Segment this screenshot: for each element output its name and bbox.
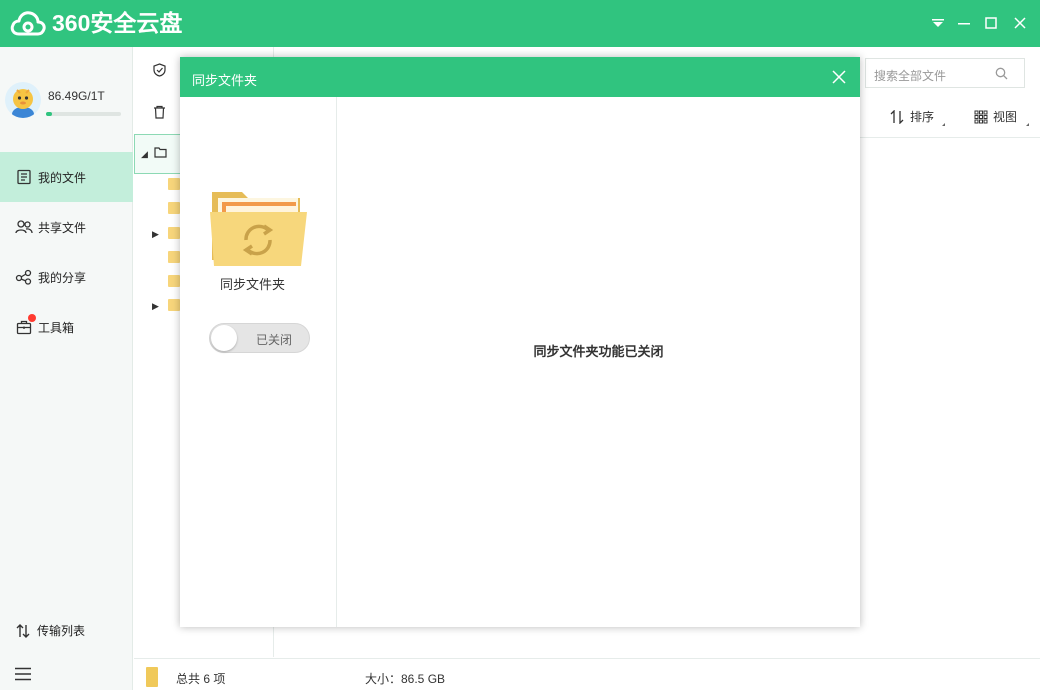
folder-icon[interactable]: [168, 202, 180, 214]
expand-caret-icon[interactable]: ▶: [152, 301, 159, 312]
collapse-caret-icon[interactable]: ◢: [141, 149, 148, 160]
my-files-icon: [15, 168, 33, 186]
sidebar-item-my-share[interactable]: 我的分享: [0, 252, 133, 302]
title-bar: 360安全云盘: [0, 0, 1040, 47]
sidebar: 86.49G/1T 我的文件 共享文件 我的分享 工具箱 传输列表: [0, 47, 133, 690]
sidebar-item-label: 共享文件: [38, 220, 87, 235]
minimize-icon[interactable]: [953, 12, 975, 34]
sync-folder-icon: [208, 188, 308, 271]
hamburger-menu-icon[interactable]: [14, 667, 32, 684]
transfer-icon: [15, 623, 31, 639]
notification-dot: [28, 314, 36, 322]
view-label: 视图: [993, 110, 1018, 124]
transfer-list-button[interactable]: 传输列表: [15, 622, 85, 639]
folder-outline-icon: [154, 146, 167, 161]
user-info: 86.49G/1T: [5, 82, 130, 122]
view-button[interactable]: 视图: [974, 108, 1029, 126]
toggle-knob: [211, 325, 237, 351]
toggle-label: 已关闭: [256, 333, 293, 347]
sidebar-item-label: 我的分享: [38, 270, 87, 285]
sidebar-item-toolbox[interactable]: 工具箱: [0, 302, 133, 352]
close-icon[interactable]: [832, 70, 846, 84]
search-icon[interactable]: [995, 67, 1008, 83]
sort-dropdown-corner-icon: [942, 123, 945, 126]
sort-button[interactable]: 排序: [890, 108, 945, 126]
verified-icon[interactable]: [153, 63, 166, 80]
share-icon: [15, 268, 33, 286]
folder-icon[interactable]: [168, 299, 180, 311]
sync-disabled-message: 同步文件夹功能已关闭: [533, 344, 664, 359]
sort-icon: [890, 109, 904, 124]
toolbox-icon: [15, 314, 36, 336]
sync-toggle-switch[interactable]: 已关闭: [209, 323, 310, 353]
sidebar-item-shared-files[interactable]: 共享文件: [0, 202, 133, 252]
folder-icon: [146, 667, 158, 687]
transfer-label: 传输列表: [37, 624, 86, 638]
dialog-side-panel: 同步文件夹 已关闭: [180, 97, 337, 627]
sync-folder-label: 同步文件夹: [219, 277, 285, 292]
folder-icon[interactable]: [168, 275, 180, 287]
menu-dropdown-icon[interactable]: [927, 12, 949, 34]
app-logo: 360安全云盘: [10, 8, 182, 38]
folder-icon[interactable]: [168, 178, 180, 190]
status-total-count: 总共 6 项: [176, 672, 226, 686]
shared-files-icon: [15, 218, 33, 236]
cloud-logo-icon: [10, 11, 46, 36]
folder-icon[interactable]: [168, 251, 180, 263]
grid-view-icon: [974, 110, 988, 124]
expand-caret-icon[interactable]: ▶: [152, 229, 159, 240]
sync-folder-dialog: 同步文件夹 同步文件夹 已关闭 同步文件夹功能已关闭: [180, 57, 860, 627]
search-placeholder: 搜索全部文件: [874, 69, 947, 83]
quota-progress-fill: [46, 112, 53, 116]
view-dropdown-corner-icon: [1026, 123, 1029, 126]
close-window-icon[interactable]: [1009, 12, 1031, 34]
quota-progress-bar: [46, 112, 121, 116]
status-total-size: 大小：86.5 GB: [365, 672, 446, 686]
sidebar-item-my-files[interactable]: 我的文件: [0, 152, 133, 202]
sidebar-item-label: 工具箱: [38, 320, 75, 335]
maximize-icon[interactable]: [980, 12, 1002, 34]
folder-icon[interactable]: [168, 227, 180, 239]
quota-text: 86.49G/1T: [48, 89, 105, 103]
dialog-header: 同步文件夹: [180, 57, 860, 97]
trash-icon[interactable]: [153, 105, 166, 122]
app-title: 360安全云盘: [52, 10, 183, 36]
avatar[interactable]: [5, 82, 41, 118]
search-input[interactable]: 搜索全部文件: [865, 58, 1025, 88]
sidebar-item-label: 我的文件: [38, 170, 87, 185]
status-bar: 总共 6 项 大小：86.5 GB: [134, 658, 1040, 690]
sort-label: 排序: [910, 110, 935, 124]
dialog-title: 同步文件夹: [192, 73, 258, 88]
